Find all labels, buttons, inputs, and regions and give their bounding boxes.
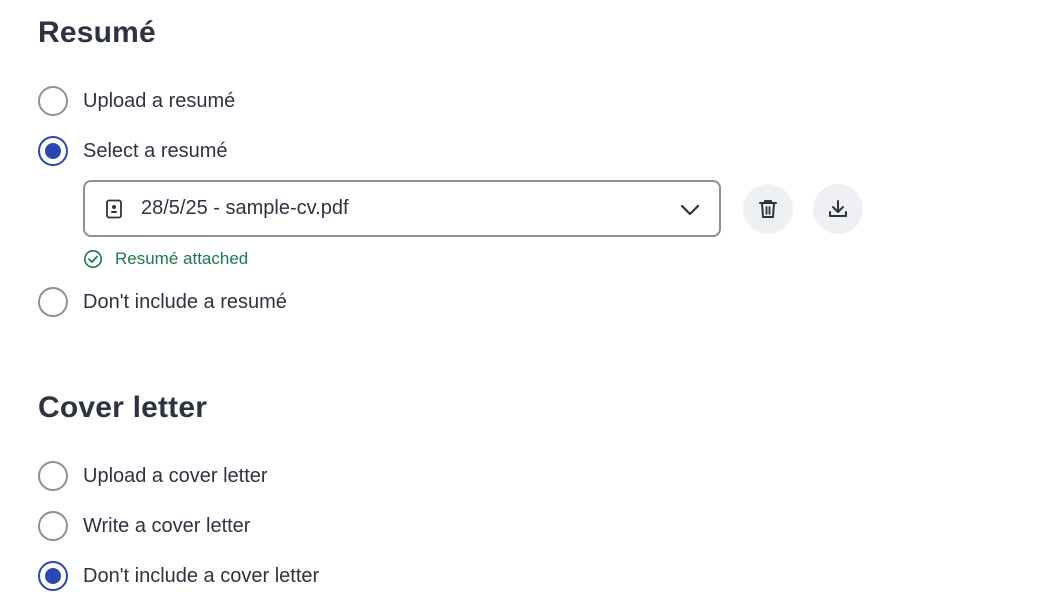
chevron-down-icon (680, 204, 700, 216)
radio-label: Don't include a resumé (83, 290, 287, 313)
file-icon (105, 199, 123, 219)
radio-select-resume[interactable]: Select a resumé (38, 135, 228, 167)
radio-upload-cover-letter[interactable]: Upload a cover letter (38, 460, 268, 492)
delete-resume-button[interactable] (743, 184, 793, 234)
radio-button[interactable] (38, 86, 68, 116)
check-circle-icon (84, 250, 102, 268)
radio-button[interactable] (38, 561, 68, 591)
resume-select-dropdown[interactable]: 28/5/25 - sample-cv.pdf (83, 180, 721, 237)
radio-label: Don't include a cover letter (83, 564, 320, 587)
radio-no-resume[interactable]: Don't include a resumé (38, 286, 287, 318)
radio-label: Write a cover letter (83, 514, 251, 537)
resume-status: Resumé attached (83, 249, 248, 269)
radio-button[interactable] (38, 511, 68, 541)
radio-write-cover-letter[interactable]: Write a cover letter (38, 510, 250, 542)
radio-upload-resume[interactable]: Upload a resumé (38, 85, 235, 117)
radio-no-cover-letter[interactable]: Don't include a cover letter (38, 560, 319, 592)
radio-button[interactable] (38, 287, 68, 317)
radio-label: Select a resumé (83, 139, 228, 162)
download-resume-button[interactable] (813, 184, 863, 234)
status-text: Resumé attached (115, 249, 249, 268)
trash-icon (759, 200, 777, 218)
download-icon (829, 200, 847, 217)
selected-resume-value: 28/5/25 - sample-cv.pdf (141, 197, 349, 219)
radio-label: Upload a cover letter (83, 464, 268, 487)
radio-button[interactable] (38, 461, 68, 491)
radio-label: Upload a resumé (83, 89, 236, 112)
cover-letter-section-title: Cover letter (38, 391, 208, 424)
radio-button[interactable] (38, 136, 68, 166)
resume-section-title: Resumé (38, 16, 156, 49)
